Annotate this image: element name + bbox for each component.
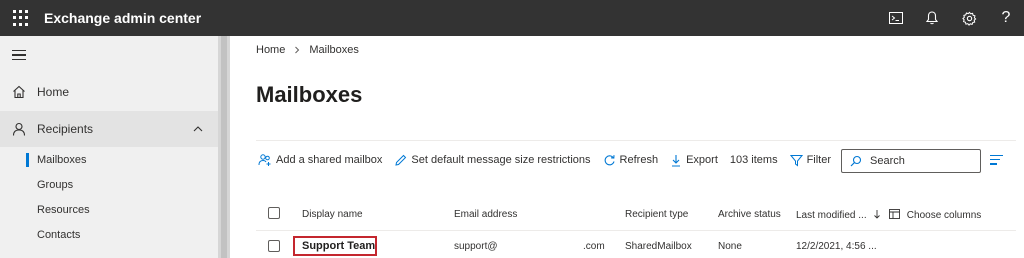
column-header-email[interactable]: Email address <box>454 209 517 220</box>
set-message-size-label: Set default message size restrictions <box>411 154 591 166</box>
scrollbar-thumb[interactable] <box>221 36 227 258</box>
divider <box>256 140 1016 141</box>
active-indicator <box>26 153 29 167</box>
page-title: Mailboxes <box>256 82 363 107</box>
app-title[interactable]: Exchange admin center <box>44 10 201 26</box>
sidebar-item-resources[interactable]: Resources <box>0 198 218 222</box>
table-row[interactable]: Support Team support@ .com SharedMailbox… <box>256 234 1016 258</box>
column-header-last-modified[interactable]: Last modified ... <box>796 209 881 221</box>
help-icon[interactable]: ? <box>996 8 1016 28</box>
app-launcher-icon[interactable] <box>10 9 28 27</box>
chevron-up-icon[interactable] <box>192 123 204 135</box>
set-message-size-button[interactable]: Set default message size restrictions <box>394 154 591 167</box>
filter-button[interactable]: Filter <box>789 154 832 167</box>
divider <box>256 230 1016 231</box>
search-placeholder: Search <box>870 155 905 167</box>
sidebar-item-label: Recipients <box>37 122 94 136</box>
collapse-navigation-icon[interactable] <box>12 50 26 61</box>
choose-columns-button[interactable]: Choose columns <box>889 209 981 221</box>
sidebar-item-label: Contacts <box>37 229 81 241</box>
columns-icon <box>889 209 900 219</box>
choose-columns-label: Choose columns <box>906 210 982 221</box>
row-recipient-type: SharedMailbox <box>625 241 692 252</box>
add-people-icon <box>258 154 271 166</box>
edit-icon <box>395 154 407 166</box>
row-archive-status: None <box>718 241 742 252</box>
filter-label: Filter <box>806 154 832 166</box>
sidebar-item-label: Groups <box>37 179 74 191</box>
sort-descending-icon <box>874 210 881 219</box>
export-label: Export <box>686 154 718 166</box>
cloud-shell-icon[interactable] <box>886 8 906 28</box>
sidebar: Home Recipients Mailboxes Groups Resourc… <box>0 36 218 258</box>
export-button[interactable]: Export <box>670 154 718 167</box>
breadcrumb-home[interactable]: Home <box>256 44 285 56</box>
person-icon <box>12 122 26 136</box>
add-shared-mailbox-label: Add a shared mailbox <box>276 154 383 166</box>
command-bar: Add a shared mailbox Set default message… <box>258 149 843 171</box>
filter-icon <box>789 154 803 166</box>
refresh-label: Refresh <box>619 154 659 166</box>
sidebar-item-home[interactable]: Home <box>0 74 218 110</box>
column-header-display-name[interactable]: Display name <box>302 209 363 220</box>
list-options-icon[interactable] <box>990 155 1003 165</box>
refresh-icon <box>604 154 615 165</box>
row-display-name[interactable]: Support Team <box>302 240 375 252</box>
table-header: Display name Email address Recipient typ… <box>256 200 1016 228</box>
sidebar-item-label: Home <box>37 85 70 99</box>
top-bar: Exchange admin center ? <box>0 0 1024 36</box>
sidebar-item-label: Mailboxes <box>37 154 87 166</box>
sidebar-item-label: Resources <box>37 204 90 216</box>
gear-icon[interactable] <box>959 8 979 28</box>
chevron-right-icon <box>295 46 300 54</box>
refresh-button[interactable]: Refresh <box>603 154 659 167</box>
sidebar-item-groups[interactable]: Groups <box>0 173 218 197</box>
search-icon <box>850 155 862 167</box>
home-icon <box>13 85 25 99</box>
row-email-domain: .com <box>583 241 605 252</box>
breadcrumb: Home Mailboxes <box>256 44 359 56</box>
row-checkbox[interactable] <box>268 240 280 252</box>
sidebar-item-contacts[interactable]: Contacts <box>0 223 218 247</box>
sidebar-item-recipients[interactable]: Recipients <box>0 111 218 147</box>
breadcrumb-current: Mailboxes <box>309 44 359 56</box>
add-shared-mailbox-button[interactable]: Add a shared mailbox <box>258 153 382 167</box>
column-header-recipient-type[interactable]: Recipient type <box>625 209 688 220</box>
column-header-archive-status[interactable]: Archive status <box>718 209 781 220</box>
item-count: 103 items <box>729 154 778 166</box>
sidebar-item-mailboxes[interactable]: Mailboxes <box>0 148 218 172</box>
download-icon <box>672 154 681 167</box>
sidebar-scrollbar[interactable] <box>218 36 230 258</box>
column-header-label: Last modified ... <box>796 210 867 221</box>
row-last-modified: 12/2/2021, 4:56 ... <box>796 241 877 252</box>
search-input[interactable]: Search <box>841 149 981 173</box>
bell-icon[interactable] <box>922 8 942 28</box>
select-all-checkbox[interactable] <box>268 207 280 219</box>
row-email-local: support@ <box>454 241 498 252</box>
